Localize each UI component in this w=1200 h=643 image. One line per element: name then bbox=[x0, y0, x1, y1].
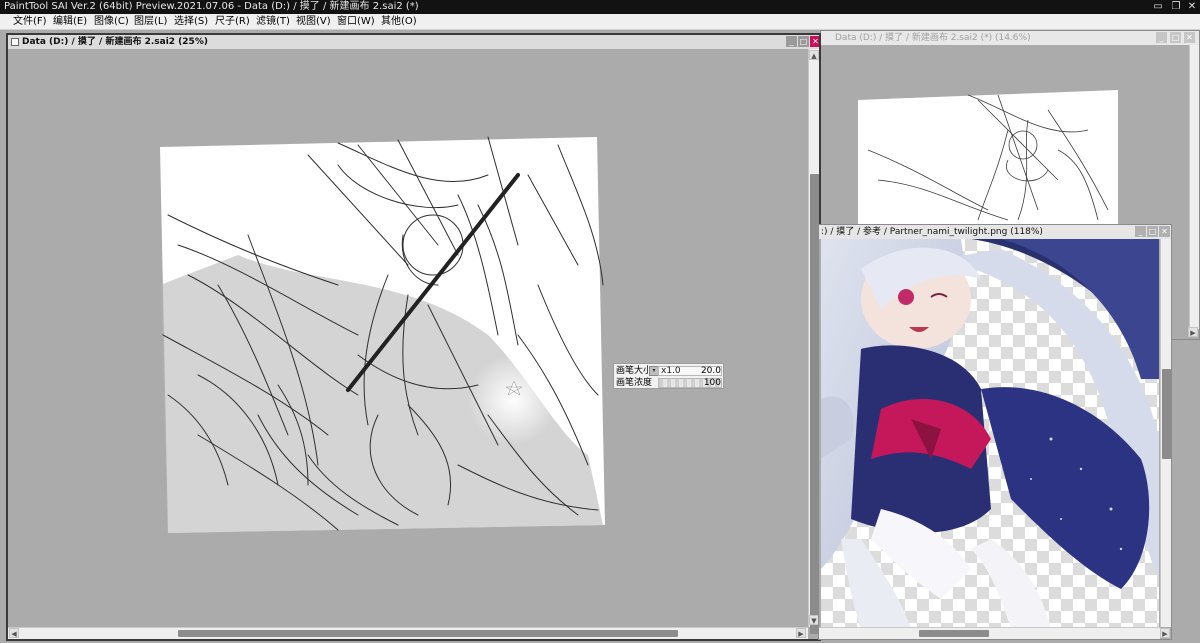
maximize-window-button[interactable]: ❐ bbox=[1168, 0, 1184, 14]
menu-window[interactable]: 窗口(W) bbox=[335, 14, 377, 29]
doc-bg-titlebar[interactable]: Data (D:) / 摸了 / 新建画布 2.sai2 (*) (14.6%) bbox=[821, 31, 1199, 45]
reference-illustration bbox=[821, 239, 1159, 629]
doc-ref-vertical-scroll-thumb[interactable] bbox=[1162, 369, 1171, 459]
doc-ref-horizontal-scroll-thumb[interactable] bbox=[919, 630, 989, 637]
menu-layer[interactable]: 图层(L) bbox=[132, 14, 169, 29]
brush-size-value: 20.0 bbox=[700, 366, 721, 376]
doc-main-horizontal-scroll-thumb[interactable] bbox=[178, 630, 678, 637]
menu-other[interactable]: 其他(O) bbox=[379, 14, 419, 29]
doc-main-maximize-button[interactable]: □ bbox=[798, 36, 809, 47]
doc-window-reference[interactable]: :) / 摸了 / 参考 / Partner_nami_twilight.png… bbox=[818, 224, 1172, 640]
doc-main-horizontal-scrollbar[interactable] bbox=[8, 627, 808, 639]
doc-main-close-button[interactable]: ✕ bbox=[810, 36, 819, 47]
app-title: PaintTool SAI Ver.2 (64bit) Preview.2021… bbox=[4, 1, 419, 12]
doc-main-minimize-button[interactable]: _ bbox=[786, 36, 797, 47]
menu-view[interactable]: 视图(V) bbox=[294, 14, 333, 29]
doc-bg-maximize-button[interactable]: □ bbox=[1170, 32, 1181, 43]
doc-ref-close-button[interactable]: ✕ bbox=[1159, 226, 1170, 237]
menu-image[interactable]: 图像(C) bbox=[92, 14, 131, 29]
doc-ref-vertical-scrollbar[interactable] bbox=[1160, 239, 1171, 627]
doc-bg-title: Data (D:) / 摸了 / 新建画布 2.sai2 (*) (14.6%) bbox=[835, 33, 1031, 43]
brush-density-row[interactable]: 画笔浓度 100 bbox=[614, 377, 723, 389]
doc-bg-close-button[interactable]: ✕ bbox=[1184, 32, 1195, 43]
brush-density-label: 画笔浓度 bbox=[616, 378, 653, 388]
brush-settings-panel: 画笔大小 ▾ x1.0 20.0 画笔浓度 100 bbox=[613, 363, 724, 389]
document-icon bbox=[11, 38, 19, 46]
doc-bg-minimize-button[interactable]: _ bbox=[1156, 32, 1167, 43]
menu-file[interactable]: 文件(F) bbox=[11, 14, 49, 29]
doc-bg-canvas-thumbnail bbox=[858, 90, 1118, 225]
doc-window-main[interactable]: Data (D:) / 摸了 / 新建画布 2.sai2 (25%) _ □ ✕ bbox=[6, 33, 821, 641]
scroll-left-icon[interactable]: ◀ bbox=[9, 628, 19, 638]
menu-ruler[interactable]: 尺子(R) bbox=[213, 14, 252, 29]
doc-ref-scroll-right-icon[interactable]: ▶ bbox=[1160, 628, 1170, 638]
sketch-canvas[interactable] bbox=[158, 135, 608, 535]
minimize-window-button[interactable]: ▭ bbox=[1150, 0, 1166, 14]
brush-size-label: 画笔大小 bbox=[616, 366, 653, 376]
doc-bg-scroll-right-icon[interactable]: ▶ bbox=[1188, 327, 1198, 337]
scroll-right-icon[interactable]: ▶ bbox=[796, 628, 806, 638]
doc-ref-horizontal-scrollbar[interactable] bbox=[819, 627, 1160, 639]
doc-ref-title: :) / 摸了 / 参考 / Partner_nami_twilight.png… bbox=[821, 227, 1043, 237]
doc-main-titlebar[interactable]: Data (D:) / 摸了 / 新建画布 2.sai2 (25%) bbox=[8, 35, 819, 49]
menu-bar: 文件(F) 编辑(E) 图像(C) 图层(L) 选择(S) 尺子(R) 滤镜(T… bbox=[0, 14, 1200, 30]
doc-ref-maximize-button[interactable]: □ bbox=[1147, 226, 1158, 237]
close-window-button[interactable]: ✕ bbox=[1184, 0, 1200, 14]
scroll-up-icon[interactable]: ▲ bbox=[809, 50, 819, 60]
app-title-bar: PaintTool SAI Ver.2 (64bit) Preview.2021… bbox=[0, 0, 1200, 14]
brush-density-value: 100 bbox=[703, 378, 721, 388]
brush-size-multiplier: x1.0 bbox=[661, 366, 681, 376]
doc-ref-minimize-button[interactable]: _ bbox=[1135, 226, 1146, 237]
doc-main-title: Data (D:) / 摸了 / 新建画布 2.sai2 (25%) bbox=[22, 37, 208, 47]
menu-edit[interactable]: 编辑(E) bbox=[51, 14, 89, 29]
doc-ref-titlebar[interactable]: :) / 摸了 / 参考 / Partner_nami_twilight.png… bbox=[819, 225, 1171, 239]
doc-bg-vertical-scrollbar[interactable] bbox=[1189, 45, 1199, 329]
menu-filter[interactable]: 滤镜(T) bbox=[254, 14, 292, 29]
brush-size-row[interactable]: 画笔大小 ▾ x1.0 20.0 bbox=[614, 365, 723, 377]
menu-select[interactable]: 选择(S) bbox=[172, 14, 210, 29]
